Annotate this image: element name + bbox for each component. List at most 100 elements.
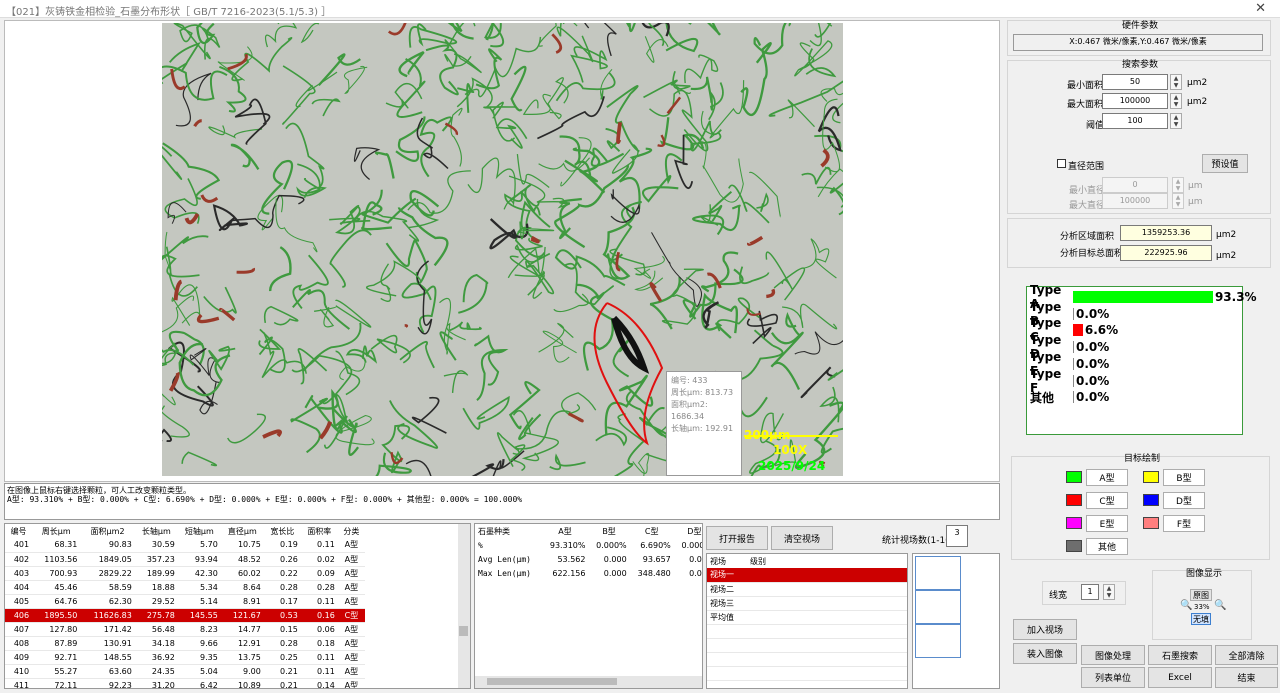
clear-field-button[interactable]: 清空视场	[771, 526, 833, 550]
field-thumb-2[interactable]	[915, 590, 961, 624]
graphite-table-scrollbar[interactable]	[475, 676, 702, 688]
clear-all-button[interactable]: 全部清除	[1215, 645, 1278, 665]
field-count-input[interactable]: 3	[946, 525, 968, 547]
table-cell: 10.89	[220, 678, 264, 688]
target-type-button[interactable]: A型	[1086, 469, 1128, 486]
particle-col-header[interactable]: 宽长比	[264, 524, 301, 538]
line-width-input[interactable]: 1	[1081, 584, 1099, 600]
max-diameter-input[interactable]: 100000	[1102, 193, 1168, 209]
close-icon[interactable]: ✕	[1255, 1, 1266, 16]
field-grade	[747, 568, 907, 583]
particle-col-header[interactable]: 编号	[5, 524, 32, 538]
diameter-range-checkbox[interactable]	[1057, 159, 1066, 168]
table-cell: 5.34	[177, 580, 221, 595]
table-cell: 14.77	[220, 622, 264, 637]
max-area-input[interactable]: 100000	[1102, 93, 1168, 109]
particle-col-header[interactable]: 长轴μm	[135, 524, 178, 538]
table-cell: 5.04	[177, 664, 221, 679]
field-thumb-1[interactable]	[915, 556, 961, 590]
excel-button[interactable]: Excel	[1148, 667, 1212, 688]
hscroll-thumb[interactable]	[487, 678, 617, 685]
add-field-button[interactable]: 加入视场	[1013, 619, 1077, 640]
color-swatch[interactable]	[1143, 471, 1159, 483]
scrollbar-thumb[interactable]	[459, 626, 468, 636]
line-width-spinner[interactable]: ▲ ▼	[1103, 584, 1115, 600]
table-cell: 9.66	[177, 636, 221, 651]
color-swatch[interactable]	[1143, 517, 1159, 529]
particle-col-header[interactable]: 直径μm	[221, 524, 264, 538]
target-type-button[interactable]: E型	[1086, 515, 1128, 532]
zoom-in-icon[interactable]: 🔍	[1214, 600, 1226, 611]
field-thumb-3[interactable]	[915, 624, 961, 658]
min-area-spinner[interactable]: ▲ ▼	[1170, 74, 1182, 90]
tooltip-major: 长轴μm: 192.91	[671, 424, 734, 433]
image-processing-button[interactable]: 图像处理	[1081, 645, 1145, 665]
max-area-spinner[interactable]: ▲ ▼	[1170, 93, 1182, 109]
particle-col-header[interactable]: 周长μm	[32, 524, 80, 538]
table-cell: Avg Len(μm)	[478, 554, 531, 564]
color-swatch[interactable]	[1143, 494, 1159, 506]
particle-table[interactable]: 编号 周长μm 面积μm2 长轴μm 短轴μm 直径μm 宽长比 面积率 分类 401 68.31…	[4, 523, 471, 689]
particle-col-header[interactable]: 短轴μm	[178, 524, 221, 538]
field-row[interactable]: 平均值	[707, 610, 907, 625]
color-swatch[interactable]	[1066, 540, 1082, 552]
max-diameter-spinner[interactable]: ▲ ▼	[1172, 193, 1184, 209]
target-type-button[interactable]: F型	[1163, 515, 1205, 532]
target-area-label: 分析目标总面积	[1060, 249, 1124, 259]
preset-button[interactable]: 预设值	[1202, 154, 1248, 173]
table-row[interactable]: 401 68.31 90.83 30.59 5.70 10.75 0.19 0.11 A型	[5, 538, 365, 553]
fields-table[interactable]: 视场 级别 视场一 视场二 视场三 平均值	[706, 553, 908, 689]
color-swatch[interactable]	[1066, 471, 1082, 483]
min-diameter-spinner[interactable]: ▲ ▼	[1172, 177, 1184, 193]
end-button[interactable]: 结束	[1215, 667, 1278, 688]
color-swatch[interactable]	[1066, 517, 1082, 529]
min-area-unit: μm2	[1187, 78, 1208, 88]
color-swatch[interactable]	[1066, 494, 1082, 506]
table-row[interactable]: 409 92.71 148.55 36.92 9.35 13.75 0.25 0.11 A型	[5, 650, 365, 665]
graphite-search-button[interactable]: 石墨搜索	[1148, 645, 1212, 665]
particle-table-scrollbar[interactable]	[458, 524, 470, 688]
open-report-button[interactable]: 打开报告	[706, 526, 768, 550]
field-row[interactable]: 视场三	[707, 596, 907, 611]
chart-bar	[1073, 324, 1083, 337]
min-area-input[interactable]: 50	[1102, 74, 1168, 90]
table-row[interactable]: 407 127.80 171.42 56.48 8.23 14.77 0.15 0.06 A型	[5, 622, 365, 637]
field-grade	[747, 610, 907, 625]
table-row[interactable]: 410 55.27 63.60 24.35 5.04 9.00 0.21 0.11 A型	[5, 664, 365, 679]
target-type-button[interactable]: 其他	[1086, 538, 1128, 555]
chart-value-label: 0.0%	[1076, 373, 1110, 388]
threshold-input[interactable]: 100	[1102, 113, 1168, 129]
no-fill-button[interactable]: 无填	[1191, 613, 1211, 625]
table-row[interactable]: 403 700.93 2829.22 189.99 42.30 60.02 0.22 0.09…	[5, 566, 365, 581]
field-name: 视场二	[707, 582, 747, 597]
field-row[interactable]: 视场一	[707, 568, 907, 583]
table-cell: 30.59	[134, 538, 178, 553]
particle-col-header[interactable]: 面积μm2	[80, 524, 134, 538]
table-cell: 60.02	[220, 566, 264, 581]
table-row[interactable]: 402 1103.56 1849.05 357.23 93.94 48.52 0.26 0.0…	[5, 552, 365, 567]
table-row[interactable]: 404 45.46 58.59 18.88 5.34 8.64 0.28 0.28 A型	[5, 580, 365, 595]
particle-col-header[interactable]: 分类	[338, 524, 365, 538]
load-image-button[interactable]: 装入图像	[1013, 643, 1077, 664]
list-units-button[interactable]: 列表单位	[1081, 667, 1145, 688]
field-row[interactable]: 视场二	[707, 582, 907, 597]
empty-row	[707, 638, 907, 653]
threshold-spinner[interactable]: ▲ ▼	[1170, 113, 1182, 129]
table-cell: A型	[337, 636, 365, 651]
table-row[interactable]: 408 87.89 130.91 34.18 9.66 12.91 0.28 0.18 A型	[5, 636, 365, 651]
min-diameter-input[interactable]: 0	[1102, 177, 1168, 193]
target-type-button[interactable]: C型	[1086, 492, 1128, 509]
table-row[interactable]: 406 1895.50 11626.83 275.78 145.55 121.67 0.53…	[5, 608, 365, 623]
min-diameter-label: 最小直径	[1069, 186, 1106, 196]
particle-col-header[interactable]: 面积率	[301, 524, 338, 538]
table-cell: 45.46	[32, 580, 81, 595]
target-type-button[interactable]: D型	[1163, 492, 1205, 509]
table-cell: 0.14	[300, 678, 338, 688]
chart-value-label: 0.0%	[1076, 340, 1110, 355]
table-row[interactable]: 411 72.11 92.23 31.20 6.42 10.89 0.21 0.14 A型	[5, 678, 365, 688]
original-image-button[interactable]: 原图	[1190, 589, 1212, 601]
graphite-table[interactable]: 石墨种类 A型 B型 C型 D型 % 93.310% 0.000% 6.690% 0.000% A…	[474, 523, 703, 689]
zoom-out-icon[interactable]: 🔍	[1180, 600, 1192, 611]
table-row[interactable]: 405 64.76 62.30 29.52 5.14 8.91 0.17 0.11 A型	[5, 594, 365, 609]
target-type-button[interactable]: B型	[1163, 469, 1205, 486]
